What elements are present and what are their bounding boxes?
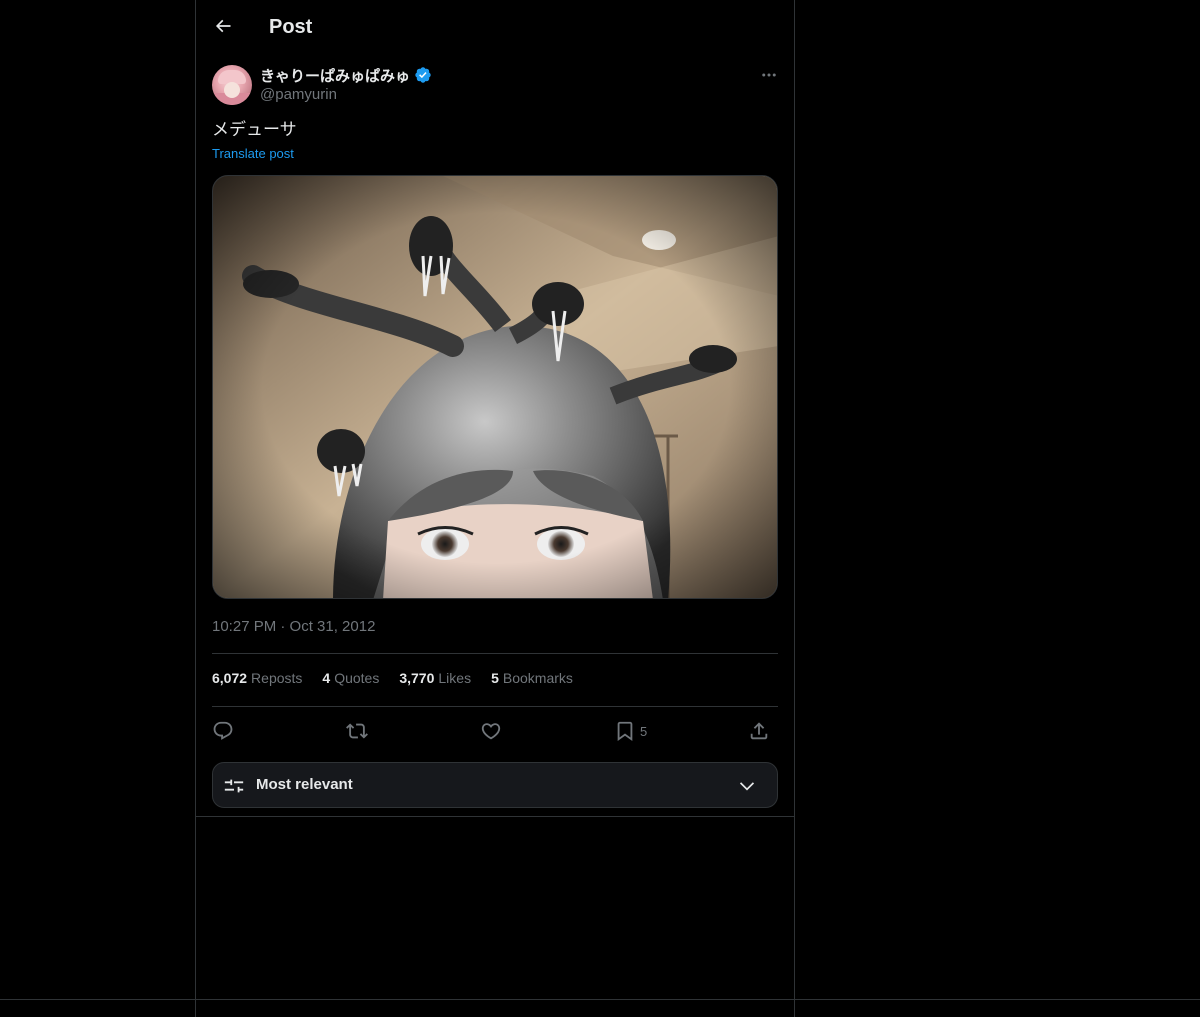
main-column: Post きゃりーぱみゅぱみゅ @pamyurin メデューサ Translat… bbox=[195, 0, 795, 1017]
stat-label: Quotes bbox=[334, 670, 380, 686]
share-button[interactable] bbox=[748, 715, 770, 747]
like-button[interactable] bbox=[480, 715, 502, 747]
stat-count: 3,770 bbox=[399, 670, 435, 686]
stat-label: Bookmarks bbox=[502, 670, 573, 686]
post-timestamp[interactable]: 10:27 PM · Oct 31, 2012 bbox=[212, 618, 375, 635]
stat-count: 5 bbox=[491, 670, 499, 686]
bookmark-icon bbox=[617, 721, 633, 742]
post-text: メデューサ bbox=[212, 120, 297, 140]
divider bbox=[212, 653, 778, 654]
bottom-divider bbox=[0, 999, 1200, 1000]
post-actions-bar: 5 bbox=[212, 715, 778, 747]
translate-post-link[interactable]: Translate post bbox=[212, 146, 294, 161]
chevron-down-icon bbox=[739, 782, 755, 791]
avatar[interactable] bbox=[212, 65, 252, 105]
stat-likes[interactable]: 3,770 Likes bbox=[399, 670, 471, 692]
reply-icon bbox=[213, 721, 233, 740]
share-icon bbox=[750, 722, 768, 740]
stat-label: Likes bbox=[438, 670, 472, 686]
page-title: Post bbox=[269, 16, 313, 38]
author-display-name[interactable]: きゃりーぱみゅぱみゅ bbox=[260, 65, 410, 86]
bookmark-button[interactable]: 5 bbox=[614, 715, 647, 747]
more-options-button[interactable] bbox=[756, 64, 782, 86]
stat-label: Reposts bbox=[251, 670, 303, 686]
verified-badge-icon[interactable] bbox=[414, 66, 432, 84]
reply-button[interactable] bbox=[212, 715, 234, 747]
arrow-left-icon bbox=[215, 19, 231, 33]
reply-sort-dropdown[interactable]: Most relevant bbox=[212, 762, 778, 808]
stat-quotes[interactable]: 4 Quotes bbox=[322, 670, 379, 692]
header: Post bbox=[196, 0, 794, 54]
stat-reposts[interactable]: 6,072 Reposts bbox=[212, 670, 302, 692]
filter-sliders-icon bbox=[224, 779, 244, 793]
author-name-row: きゃりーぱみゅぱみゅ bbox=[260, 64, 432, 86]
repost-icon bbox=[346, 723, 368, 739]
divider bbox=[212, 706, 778, 707]
post-media-image[interactable] bbox=[212, 175, 778, 599]
stat-bookmarks[interactable]: 5 Bookmarks bbox=[491, 670, 573, 692]
repost-button[interactable] bbox=[346, 715, 368, 747]
author-handle[interactable]: @pamyurin bbox=[260, 86, 337, 103]
page: Post きゃりーぱみゅぱみゅ @pamyurin メデューサ Translat… bbox=[0, 0, 1200, 1017]
more-dots-icon bbox=[762, 73, 776, 77]
bookmark-count: 5 bbox=[640, 723, 648, 739]
stat-count: 4 bbox=[322, 670, 331, 686]
post-stats: 6,072 Reposts 4 Quotes 3,770 Likes 5 Bookmar… bbox=[212, 670, 573, 692]
back-button[interactable] bbox=[208, 11, 238, 41]
heart-icon bbox=[481, 723, 501, 740]
section-divider bbox=[196, 816, 794, 817]
stat-count: 6,072 bbox=[212, 670, 248, 686]
sort-label: Most relevant bbox=[256, 776, 353, 793]
